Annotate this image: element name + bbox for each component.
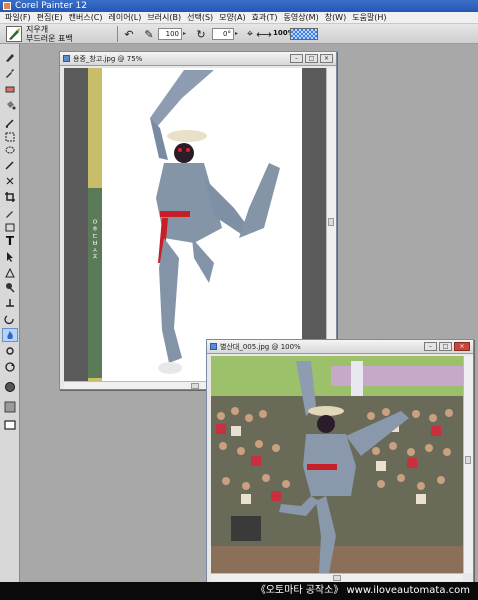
fit-window-icon[interactable]: ⟷ [256,27,272,41]
menu-file[interactable]: 파일(F) [2,12,34,23]
minimize-button[interactable]: – [290,54,303,63]
size-arrow-icon[interactable]: ▸ [183,29,188,39]
brush-category-name: 지우개 [26,25,49,34]
divine-pen-icon[interactable] [2,206,18,220]
menu-brushes[interactable]: 브러시(B) [144,12,184,23]
dropper-icon[interactable] [2,66,18,80]
svg-text:ㅇㅎㄷㅂㅅㅈ: ㅇㅎㄷㅂㅅㅈ [91,218,99,260]
paper-icon[interactable] [2,400,18,414]
document-title: 별산대_005.jpg @ 100% [220,342,301,351]
brush-selector-button[interactable] [6,26,22,42]
angle-arrow-icon[interactable]: ▸ [235,29,240,39]
divider [117,26,118,42]
close-button[interactable]: × [320,54,333,63]
brush-variant-name: 부드러운 표백 [26,34,73,43]
app-title-bar: Corel Painter 12 [0,0,478,12]
minimize-button[interactable]: – [424,342,437,351]
rect-select-icon[interactable] [2,130,18,144]
pen-icon[interactable] [2,116,18,130]
reset-tool-icon[interactable]: ↶ [122,27,136,41]
brush-size-icon: ✎ [144,27,154,41]
property-bar: 지우개 부드러운 표백 ↶ ✎ 100 ▸ ↻ 0° ▸ ⌖ ⟷ 100% [0,24,478,44]
vertical-scrollbar[interactable] [463,356,473,573]
dancer-image: ㅇㅎㄷㅂㅅㅈ [64,68,326,381]
menu-movie[interactable]: 동영상(M) [280,12,321,23]
document-window-2[interactable]: 별산대_005.jpg @ 100% – □ × [206,339,474,584]
crop-icon[interactable] [2,190,18,204]
menu-select[interactable]: 선택(S) [184,12,216,23]
horizontal-scrollbar[interactable] [211,573,463,581]
grabber-icon[interactable] [2,344,18,358]
maximize-button[interactable]: □ [305,54,318,63]
scroll-thumb[interactable] [328,218,334,226]
scroll-thumb[interactable] [465,456,471,464]
menu-layers[interactable]: 레이어(L) [106,12,145,23]
performance-photo [211,356,463,573]
scroll-thumb[interactable] [333,575,341,581]
angle-field[interactable]: 0° [212,28,234,40]
rubber-stamp-icon[interactable] [2,296,18,310]
menu-edit[interactable]: 편집(E) [34,12,66,23]
menu-help[interactable]: 도움말(H) [349,12,389,23]
text-icon[interactable]: T [2,234,18,248]
close-button[interactable]: × [454,342,470,351]
color-swatch-icon[interactable] [2,380,18,394]
scroll-thumb[interactable] [191,383,199,389]
shape-rect-icon[interactable] [2,220,18,234]
menu-bar: 파일(F) 편집(E) 캔버스(C) 레이어(L) 브러시(B) 선택(S) 모… [0,12,478,24]
lasso-icon[interactable] [2,144,18,158]
document-title-bar[interactable]: 용중_창고.jpg @ 75% – □ × [60,52,336,66]
brush-category-label[interactable]: 지우개 부드러운 표백 [26,25,73,43]
transform-icon[interactable] [2,174,18,188]
document-title-bar[interactable]: 별산대_005.jpg @ 100% – □ × [207,340,473,354]
eraser-icon[interactable] [2,82,18,96]
clone-icon[interactable] [2,280,18,294]
maximize-button[interactable]: □ [439,342,452,351]
magic-wand-icon[interactable] [2,158,18,172]
menu-shapes[interactable]: 모양(A) [216,12,248,23]
angle-icon: ↻ [196,27,206,41]
app-logo-icon [3,2,11,10]
menu-effects[interactable]: 효과(T) [249,12,281,23]
vertical-scrollbar[interactable] [326,68,336,381]
arrow-icon[interactable] [2,250,18,264]
shape-select-icon[interactable] [2,266,18,280]
app-title: Corel Painter 12 [15,1,88,11]
menu-window[interactable]: 창(W) [322,12,350,23]
document-icon [63,55,70,62]
burn-icon[interactable] [2,328,18,342]
paint-bucket-icon[interactable] [2,98,18,112]
pattern-swatch-icon[interactable] [290,28,318,40]
dodge-icon[interactable] [2,312,18,326]
toolbox: T [0,44,20,600]
brush-size-field[interactable]: 100 [158,28,182,40]
document-canvas[interactable]: ㅇㅎㄷㅂㅅㅈ [64,68,326,381]
pattern-icon[interactable] [2,418,18,432]
watermark-caption: 《오토마타 공작소》 www.iloveautomata.com [0,582,478,600]
document-title: 용중_창고.jpg @ 75% [73,54,143,63]
menu-canvas[interactable]: 캔버스(C) [66,12,106,23]
document-canvas[interactable] [211,356,463,573]
rotate-icon[interactable] [2,360,18,374]
brush-icon[interactable] [2,50,18,64]
document-icon [210,343,217,350]
crosshair-icon[interactable]: ⌖ [243,27,257,41]
